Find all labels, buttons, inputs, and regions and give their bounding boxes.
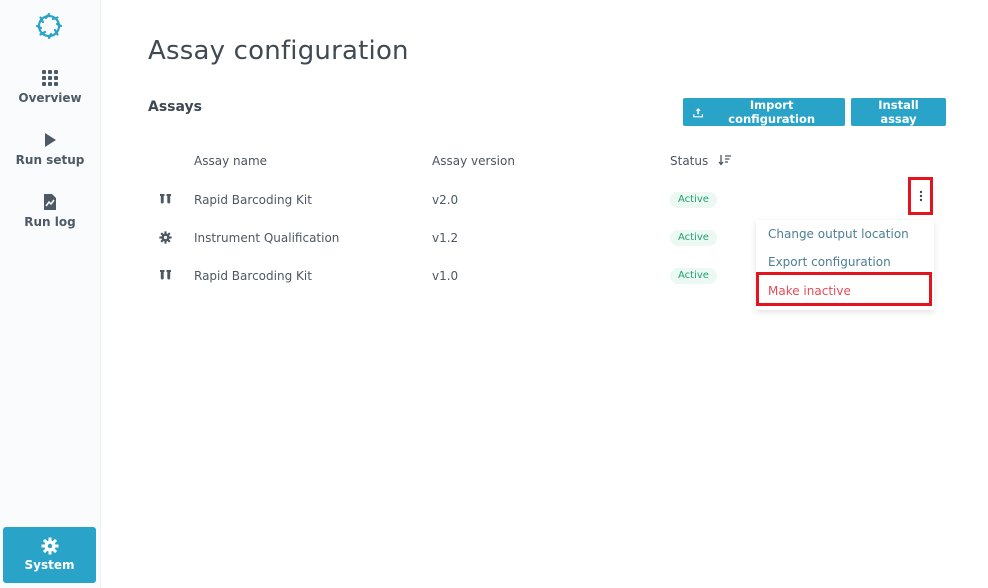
nav-overview[interactable]: Overview (0, 69, 100, 105)
row-3-version: v1.0 (432, 269, 459, 283)
row-2-version: v1.2 (432, 231, 459, 245)
menu-item-change-output-location[interactable]: Change output location (768, 227, 909, 241)
row-1-status-badge: Active (670, 192, 717, 208)
upload-icon (693, 107, 704, 117)
gear-icon (159, 231, 172, 244)
header-assay-version: Assay version (432, 154, 515, 168)
import-configuration-button[interactable]: Import configuration (683, 98, 845, 126)
menu-item-make-inactive-label: Make inactive (768, 284, 851, 298)
menu-item-make-inactive[interactable]: Make inactive (756, 272, 932, 306)
nav-system-label: System (24, 558, 75, 572)
header-status-label: Status (670, 154, 709, 168)
header-status[interactable]: Status (670, 154, 732, 168)
row-3-status-badge: Active (670, 268, 717, 284)
nav-system[interactable]: System (3, 527, 96, 583)
menu-item-export-configuration[interactable]: Export configuration (768, 255, 891, 269)
grid-icon (42, 70, 58, 86)
more-vertical-icon (919, 190, 922, 202)
header-assay-name: Assay name (194, 154, 268, 168)
row-1-more-options-button[interactable] (908, 177, 933, 215)
row-1-name: Rapid Barcoding Kit (194, 193, 312, 207)
play-icon (45, 133, 56, 147)
install-assay-button[interactable]: Install assay (851, 98, 946, 126)
nav-run-setup-label: Run setup (15, 153, 85, 167)
row-1-version: v2.0 (432, 193, 459, 207)
document-chart-icon (44, 194, 56, 210)
nav-overview-label: Overview (18, 91, 82, 105)
tube-icon (160, 270, 171, 280)
tube-icon (160, 194, 171, 204)
sidebar: Overview Run setup Run log System (0, 0, 101, 588)
sort-icon (718, 155, 732, 166)
import-configuration-label: Import configuration (728, 98, 816, 126)
row-2-status-badge: Active (670, 230, 717, 246)
logo-icon (35, 12, 63, 40)
section-title: Assays (148, 99, 202, 115)
nav-run-log-label: Run log (24, 215, 76, 229)
nav-run-setup[interactable]: Run setup (0, 131, 100, 167)
row-3-name: Rapid Barcoding Kit (194, 269, 312, 283)
row-2-name: Instrument Qualification (194, 231, 340, 245)
install-assay-label: Install assay (878, 98, 919, 126)
gear-icon (41, 537, 58, 555)
page-title: Assay configuration (148, 36, 409, 66)
nav-run-log[interactable]: Run log (0, 193, 100, 229)
